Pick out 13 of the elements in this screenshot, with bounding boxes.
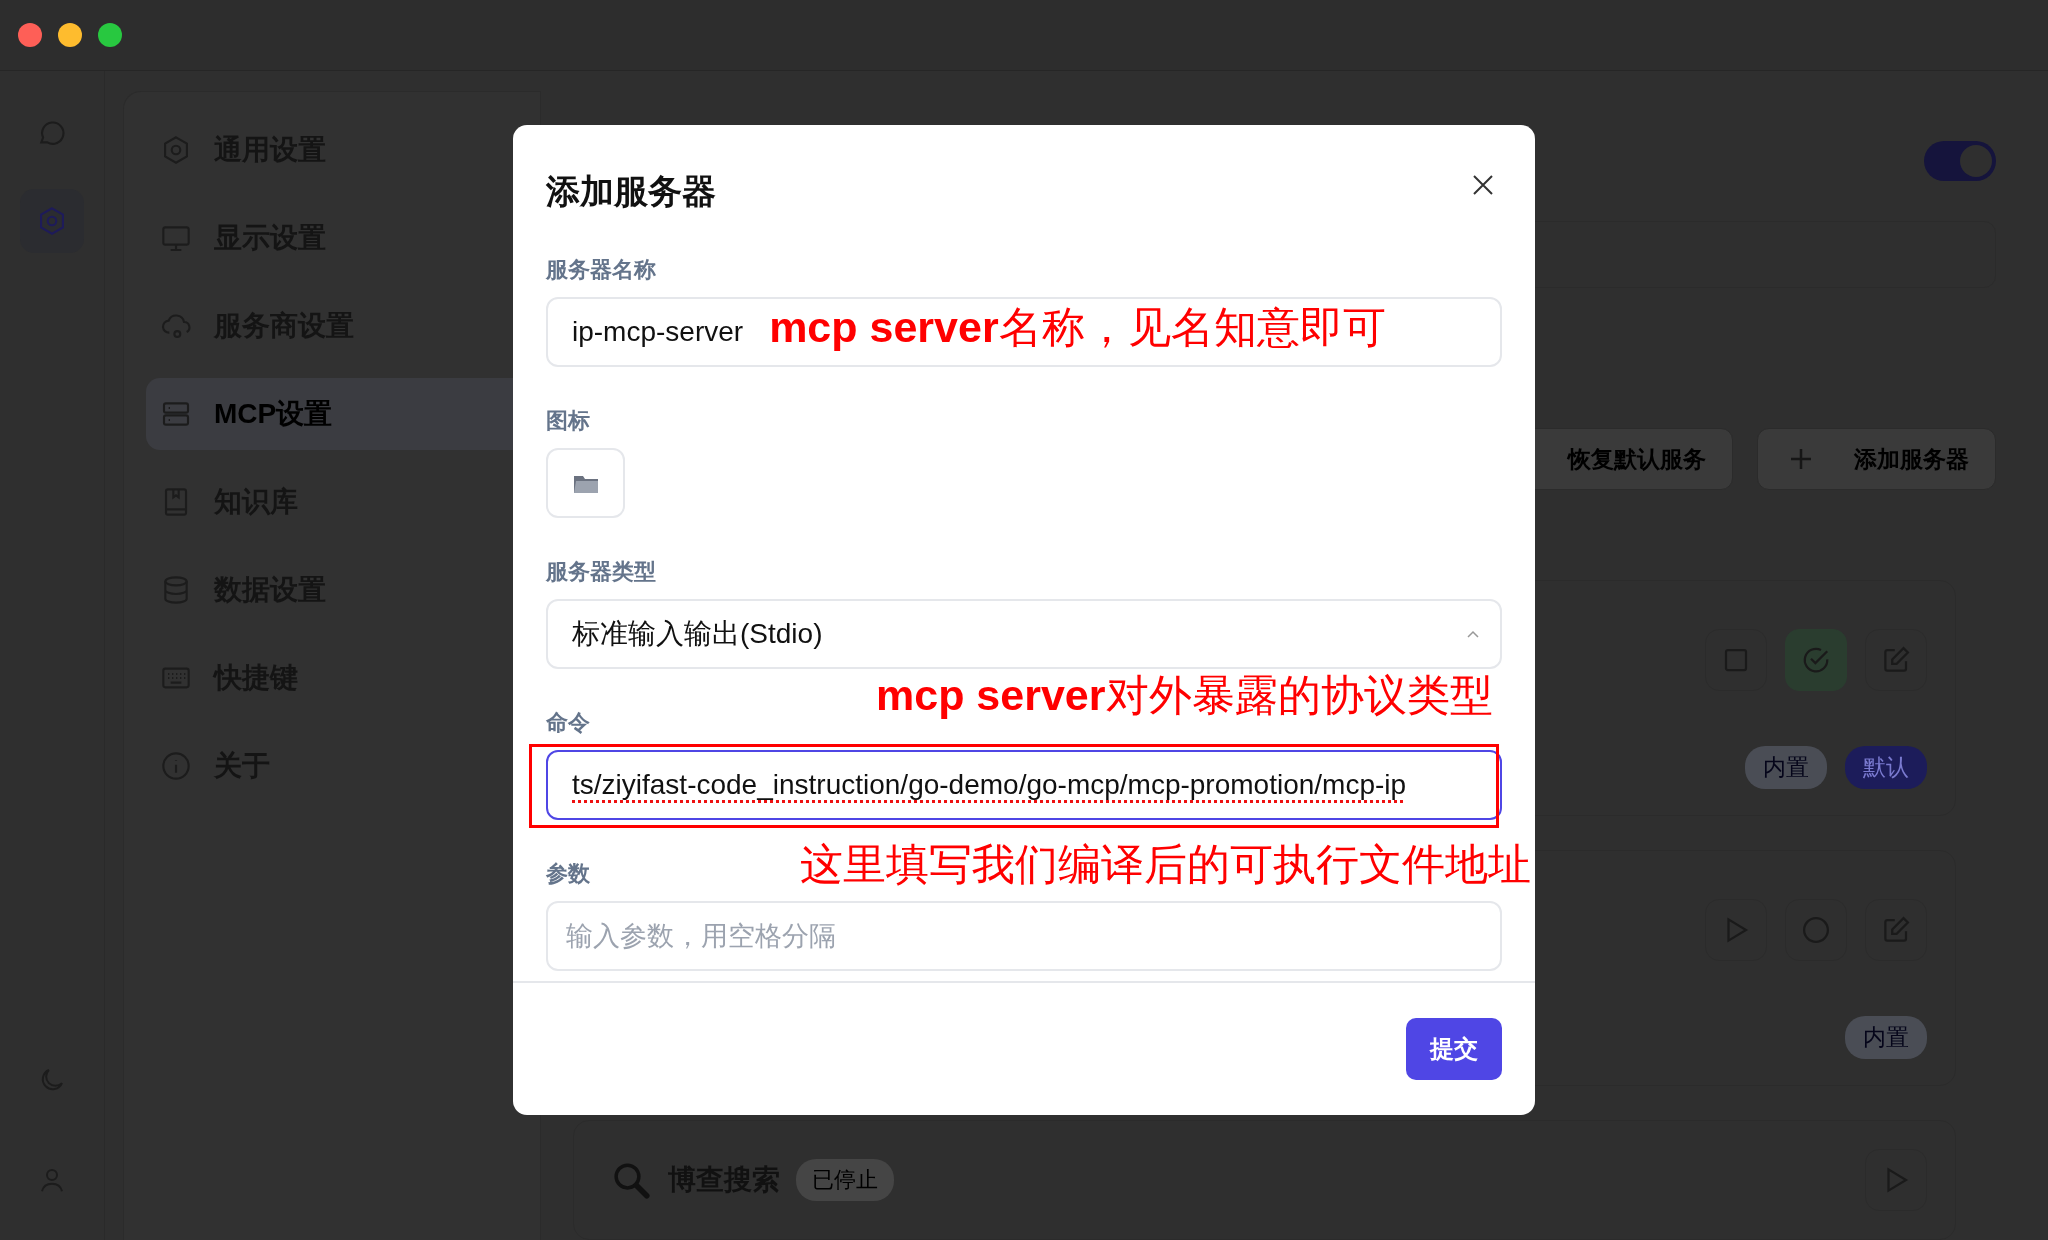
- field-label: 服务器名称: [546, 256, 656, 284]
- annotation-text: mcp server对外暴露的协议类型: [876, 670, 1493, 721]
- field-label: 命令: [546, 709, 590, 737]
- status-label: 已停止: [796, 1159, 894, 1201]
- nav-item-label: MCP设置: [214, 397, 333, 431]
- annotation-text: 这里填写我们编译后的可执行文件地址: [800, 839, 1531, 890]
- tag: 内置: [1745, 746, 1827, 789]
- tag: 内置: [1845, 1016, 1927, 1059]
- tag: 默认: [1845, 746, 1927, 789]
- annotation-text: mcp server名称，见名知意即可: [769, 302, 1386, 354]
- field-label: 服务器类型: [546, 558, 656, 586]
- field-label: 参数: [546, 860, 590, 888]
- dialog-title: 添加服务器: [546, 171, 716, 212]
